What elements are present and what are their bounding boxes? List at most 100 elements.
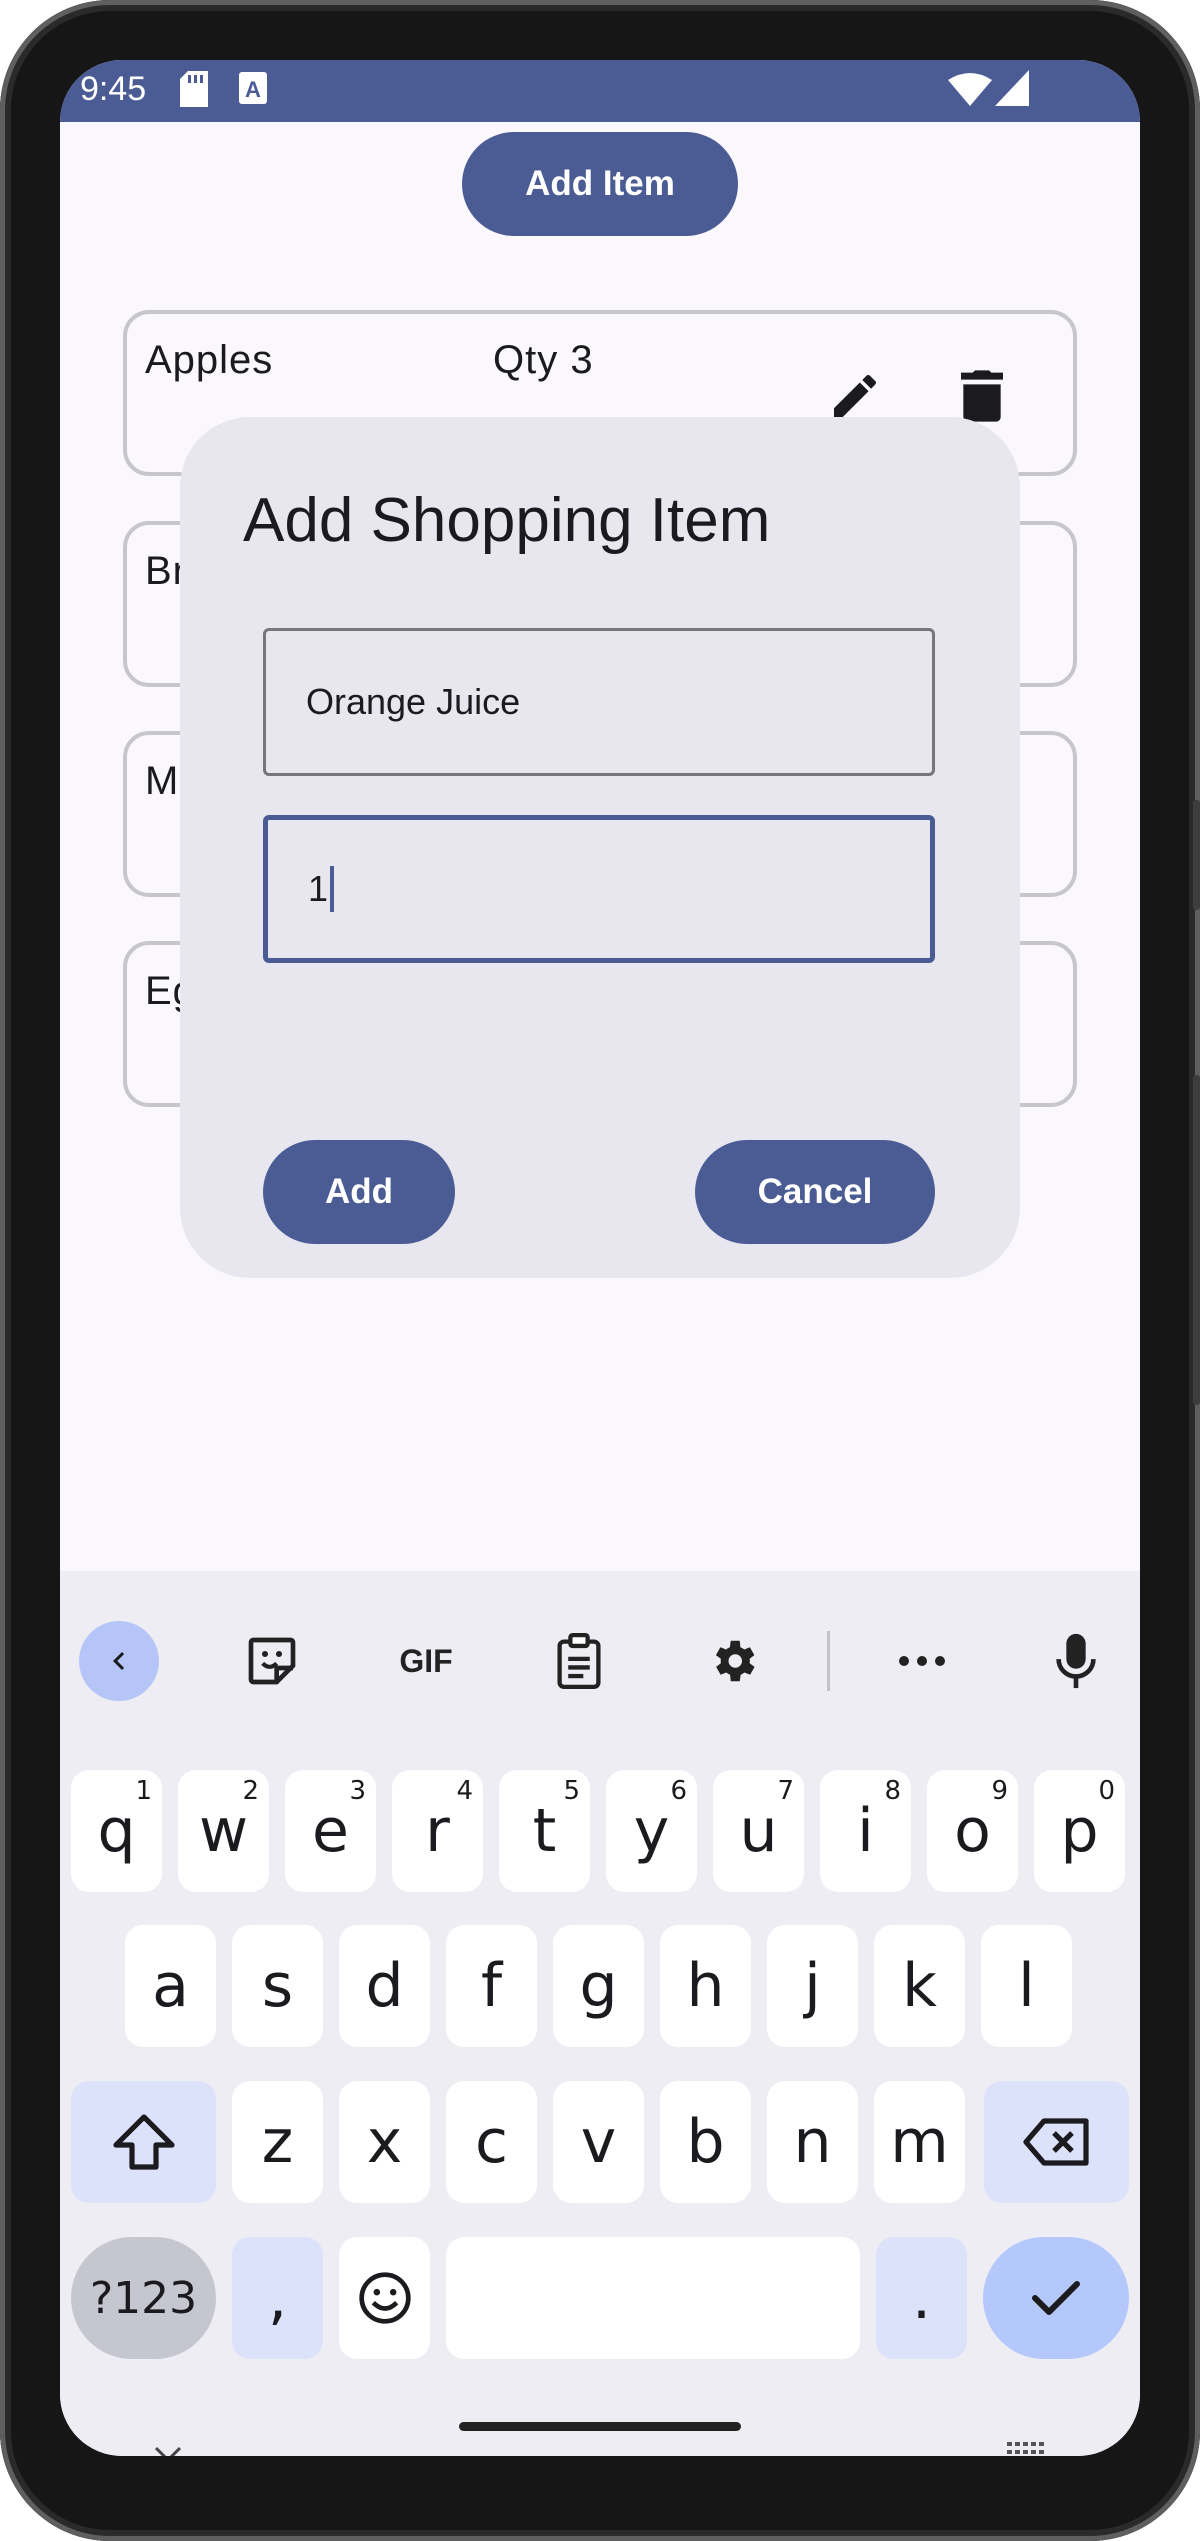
item-name: M — [145, 759, 180, 803]
dialog-title: Add Shopping Item — [243, 486, 771, 555]
toolbar-divider — [827, 1631, 830, 1691]
key-label: s — [261, 1951, 294, 2021]
mic-icon[interactable] — [1036, 1621, 1116, 1701]
key-label: k — [902, 1951, 937, 2021]
add-item-button[interactable]: Add Item — [462, 132, 738, 236]
key-label: a — [152, 1951, 189, 2021]
wifi-icon — [948, 72, 992, 111]
key-label: y — [633, 1796, 670, 1866]
emoji-key[interactable] — [339, 2237, 430, 2359]
key-d[interactable]: d — [339, 1925, 430, 2047]
key-c[interactable]: c — [446, 2081, 537, 2203]
key-y[interactable]: y6 — [606, 1770, 697, 1892]
status-bar: 9:45 A — [60, 60, 1140, 122]
text-cursor — [330, 866, 335, 912]
key-label: e — [312, 1796, 349, 1866]
key-label: j — [804, 1951, 821, 2021]
key-label: x — [366, 2107, 403, 2177]
signal-icon — [995, 70, 1029, 111]
key-hint: 9 — [991, 1776, 1008, 1806]
volume-button — [1193, 1075, 1200, 1405]
soft-keyboard: GIF ?123 , . q 1 w 2 e 3 r 4 t 5 y 6 u 7… — [60, 1571, 1140, 2456]
comma-key[interactable]: , — [232, 2237, 323, 2359]
sticker-icon[interactable] — [232, 1621, 312, 1701]
key-hint: 6 — [670, 1776, 687, 1806]
key-a[interactable]: a — [125, 1925, 216, 2047]
gear-icon[interactable] — [693, 1621, 773, 1701]
key-hint: 2 — [242, 1776, 259, 1806]
key-label: p — [1060, 1796, 1099, 1866]
key-label: i — [857, 1796, 874, 1866]
key-hint: 0 — [1098, 1776, 1115, 1806]
keyboard-switch-icon[interactable] — [1005, 2440, 1049, 2456]
enter-key[interactable] — [983, 2237, 1129, 2359]
key-label: t — [532, 1796, 557, 1866]
key-x[interactable]: x — [339, 2081, 430, 2203]
svg-text:A: A — [245, 77, 261, 102]
font-icon: A — [238, 71, 268, 110]
sd-card-icon — [180, 71, 208, 112]
backspace-key[interactable] — [984, 2081, 1129, 2203]
gesture-nav-bar[interactable] — [459, 2422, 741, 2431]
cancel-button[interactable]: Cancel — [695, 1140, 935, 1244]
key-hint: 4 — [456, 1776, 473, 1806]
device-frame: 9:45 A Add Item Apples Qty 3 Br M Eg Add… — [0, 0, 1200, 2541]
key-r[interactable]: r4 — [392, 1770, 483, 1892]
key-label: o — [954, 1796, 991, 1866]
key-p[interactable]: p0 — [1034, 1770, 1125, 1892]
item-name-field[interactable]: Orange Juice — [263, 628, 935, 776]
key-label: r — [425, 1796, 450, 1866]
key-label: q — [97, 1796, 136, 1866]
key-l[interactable]: l — [981, 1925, 1072, 2047]
key-s[interactable]: s — [232, 1925, 323, 2047]
period-key[interactable]: . — [876, 2237, 967, 2359]
status-time: 9:45 — [80, 70, 147, 108]
key-label: z — [261, 2107, 294, 2177]
shift-key[interactable] — [71, 2081, 216, 2203]
key-label: d — [365, 1951, 404, 2021]
key-u[interactable]: u7 — [713, 1770, 804, 1892]
key-i[interactable]: i8 — [820, 1770, 911, 1892]
hide-keyboard-icon[interactable] — [152, 2444, 184, 2456]
key-f[interactable]: f — [446, 1925, 537, 2047]
key-q[interactable]: q1 — [71, 1770, 162, 1892]
key-label: b — [686, 2107, 725, 2177]
key-e[interactable]: e3 — [285, 1770, 376, 1892]
key-label: f — [480, 1951, 503, 2021]
more-icon[interactable] — [882, 1621, 962, 1701]
item-quantity: Qty 3 — [493, 338, 594, 382]
key-v[interactable]: v — [553, 2081, 644, 2203]
key-label: m — [890, 2107, 949, 2177]
gif-icon[interactable]: GIF — [386, 1621, 466, 1701]
key-n[interactable]: n — [767, 2081, 858, 2203]
key-o[interactable]: o9 — [927, 1770, 1018, 1892]
power-button — [1193, 800, 1200, 910]
key-hint: 1 — [135, 1776, 152, 1806]
key-label: g — [579, 1951, 618, 2021]
key-hint: 3 — [349, 1776, 366, 1806]
key-label: h — [686, 1951, 725, 2021]
key-j[interactable]: j — [767, 1925, 858, 2047]
key-k[interactable]: k — [874, 1925, 965, 2047]
key-g[interactable]: g — [553, 1925, 644, 2047]
key-h[interactable]: h — [660, 1925, 751, 2047]
symbols-key[interactable]: ?123 — [71, 2237, 216, 2359]
key-label: n — [793, 2107, 832, 2177]
item-name: Apples — [145, 338, 274, 382]
key-label: v — [580, 2107, 617, 2177]
key-b[interactable]: b — [660, 2081, 751, 2203]
quantity-field[interactable]: 1 — [263, 815, 935, 963]
screen: 9:45 A Add Item Apples Qty 3 Br M Eg Add… — [60, 60, 1140, 2456]
key-z[interactable]: z — [232, 2081, 323, 2203]
add-shopping-item-dialog: Add Shopping Item Orange Juice 1 Add Can… — [180, 417, 1020, 1278]
add-button[interactable]: Add — [263, 1140, 455, 1244]
clipboard-icon[interactable] — [539, 1621, 619, 1701]
key-w[interactable]: w2 — [178, 1770, 269, 1892]
key-m[interactable]: m — [874, 2081, 965, 2203]
key-hint: 7 — [777, 1776, 794, 1806]
back-icon[interactable] — [79, 1621, 159, 1701]
key-label: l — [1018, 1951, 1035, 2021]
space-key[interactable] — [446, 2237, 860, 2359]
quantity-value: 1 — [308, 868, 329, 909]
key-t[interactable]: t5 — [499, 1770, 590, 1892]
